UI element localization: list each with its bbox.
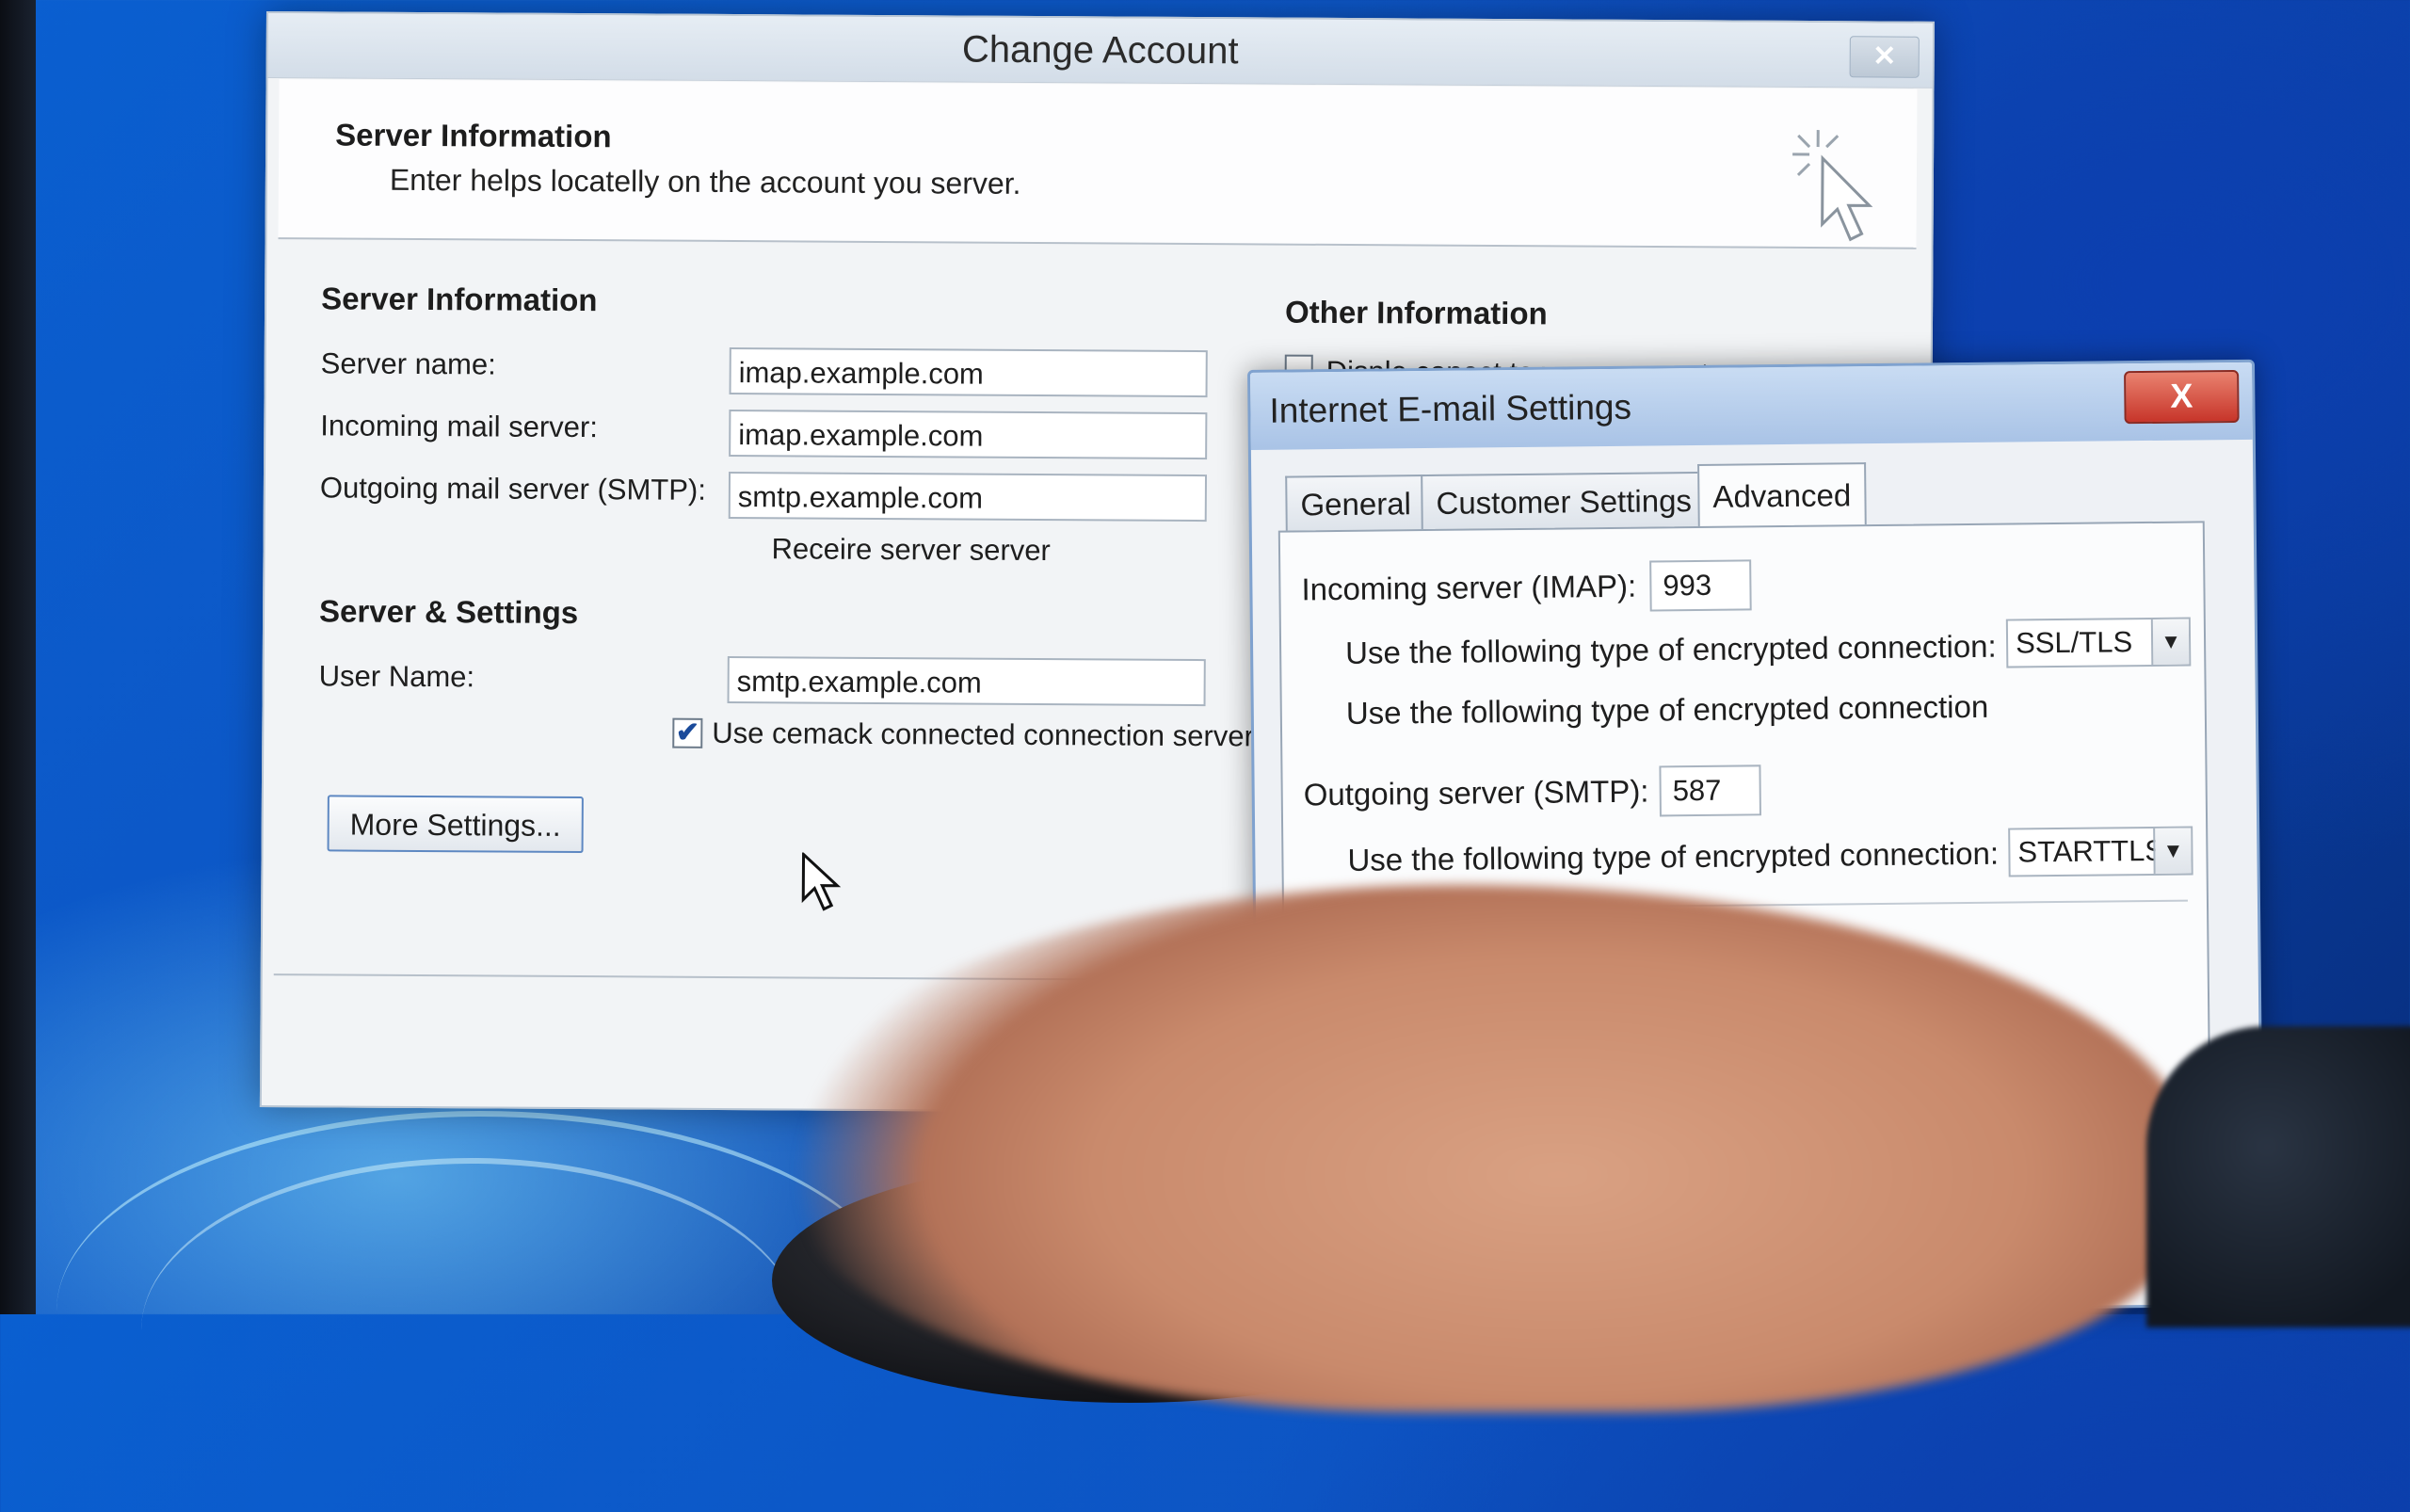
cursor-click-icon [1785,122,1889,246]
tab-advanced[interactable]: Advanced [1697,462,1867,530]
incoming-port-input[interactable]: 993 [1649,559,1752,611]
header-area: Server Information Enter helps locatelly… [279,79,1918,249]
user-name-input[interactable]: smtp.example.com [728,656,1206,706]
mouse-pointer-icon [801,852,843,912]
user-sleeve [2146,1026,2410,1327]
chevron-down-icon[interactable]: ▼ [2153,828,2192,874]
header-description: Enter helps locatelly on the account you… [390,163,1021,201]
outgoing-encryption-select[interactable]: STARTTLS ▼ [2008,827,2193,877]
incoming-server-label: Incoming mail server: [320,409,598,444]
other-info-heading: Other Information [1285,295,1548,332]
user-name-label: User Name: [319,659,475,694]
wallpaper-swoosh [141,1158,800,1503]
encryption-label-outgoing: Use the following type of encrypted conn… [1347,836,1999,878]
server-info-heading: Server Information [321,281,598,318]
outgoing-encryption-value: STARTTLS [2017,834,2164,869]
receive-server-note: Receire server server [771,532,1051,568]
incoming-imap-label: Incoming server (IMAP): [1301,569,1636,608]
encryption-label-incoming: Use the following type of encrypted conn… [1345,629,1997,671]
header-title: Server Information [335,117,612,154]
chevron-down-icon[interactable]: ▼ [2151,619,2190,665]
close-button[interactable]: ✕ [1850,36,1920,77]
incoming-encryption-value: SSL/TLS [2016,625,2132,659]
incoming-server-input[interactable]: imap.example.com [729,410,1207,459]
tab-customer-settings[interactable]: Customer Settings [1421,472,1707,531]
encryption-label-secondary: Use the following type of encrypted conn… [1346,689,1989,732]
outgoing-server-label: Outgoing mail server (SMTP): [320,471,706,507]
outgoing-smtp-label: Outgoing server (SMTP): [1304,774,1649,813]
close-button[interactable]: X [2124,370,2240,424]
incoming-encryption-select[interactable]: SSL/TLS ▼ [2006,618,2192,668]
server-name-label: Server name: [321,346,496,381]
connection-checkbox-label: Use cemack connected connection server [712,716,1254,754]
dialog-title: Internet E-mail Settings [1250,362,2253,450]
outgoing-server-input[interactable]: smtp.example.com [729,472,1207,522]
tab-general[interactable]: General [1285,475,1426,533]
server-name-input[interactable]: imap.example.com [730,347,1208,397]
window-title: Change Account [268,13,1933,88]
monitor-bezel [0,0,36,1314]
more-settings-button[interactable]: More Settings... [328,795,584,853]
server-settings-heading: Server & Settings [319,593,578,631]
outgoing-port-input[interactable]: 587 [1659,764,1761,816]
connection-checkbox[interactable]: ✔ [672,718,702,748]
